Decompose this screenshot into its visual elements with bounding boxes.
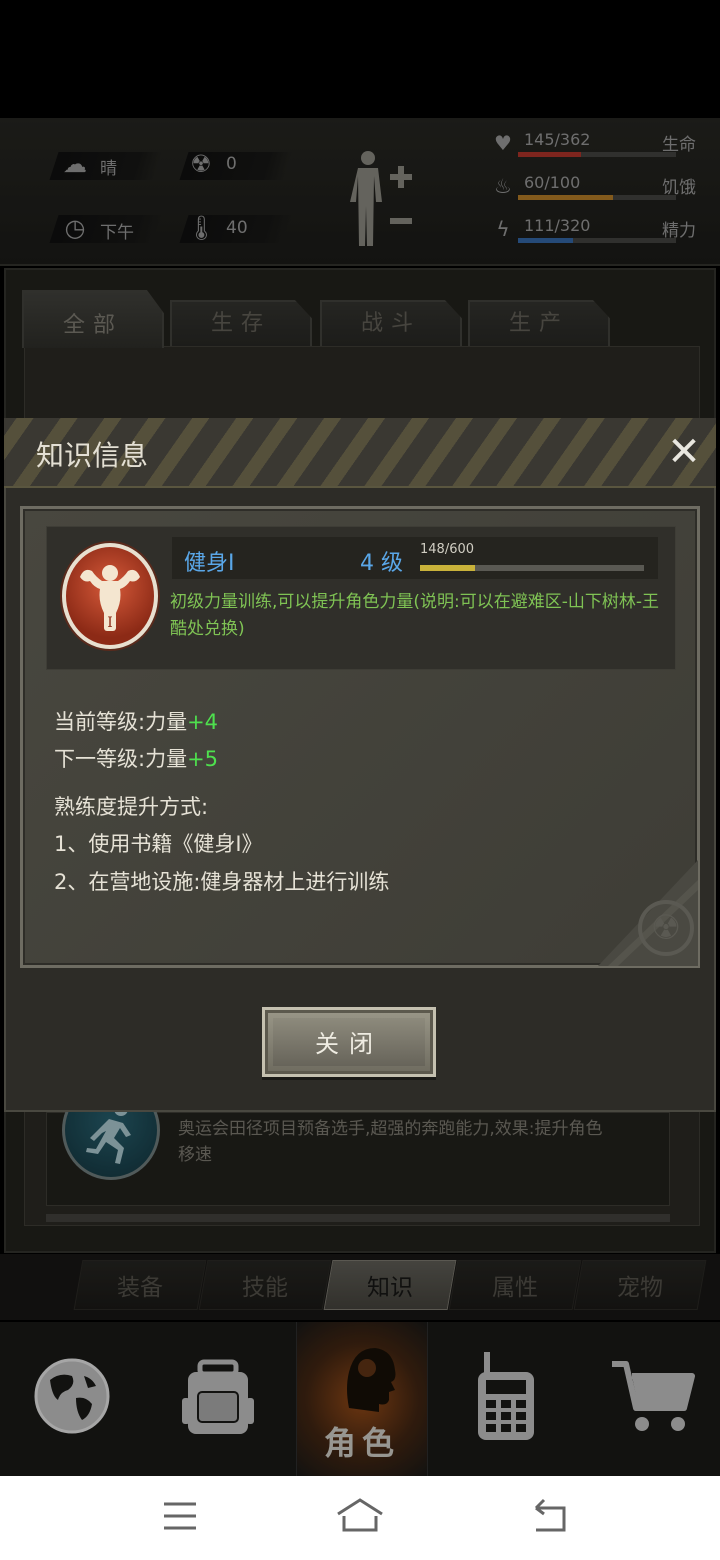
skill-xp-text: 148/600 [420, 542, 475, 557]
close-button-label: 关闭 [315, 1030, 383, 1058]
radiation-watermark-icon: ☢ [638, 900, 694, 956]
home-icon[interactable] [336, 1496, 384, 1536]
method-title: 熟练度提升方式: [54, 795, 209, 819]
current-level-line: 当前等级:力量+4 [54, 706, 218, 736]
current-level-bonus: +4 [187, 710, 219, 734]
next-level-line: 下一等级:力量+5 [54, 743, 218, 773]
skill-description: 初级力量训练,可以提升角色力量(说明:可以在避难区-山下树林-王酷处兑换) [170, 592, 660, 639]
back-icon[interactable] [530, 1496, 570, 1536]
close-button[interactable]: 关闭 [262, 1007, 436, 1077]
svg-text:I: I [107, 615, 113, 631]
fitness-skill-emblem: I [62, 543, 158, 649]
skill-name: 健身Ⅰ [184, 551, 235, 576]
skill-xp-fill [420, 565, 476, 571]
method-item-2: 2、在营地设施:健身器材上进行训练 [54, 870, 390, 894]
skill-xp-bar [420, 565, 644, 571]
skill-level: 4 级 [360, 551, 403, 576]
next-level-bonus: +5 [187, 747, 219, 771]
close-x-icon[interactable]: ✕ [662, 430, 706, 474]
menu-icon[interactable] [160, 1496, 200, 1536]
current-level-label: 当前等级:力量 [54, 710, 188, 734]
dialog-title: 知识信息 [36, 439, 149, 472]
next-level-label: 下一等级:力量 [54, 747, 188, 771]
method-item-1: 1、使用书籍《健身Ⅰ》 [54, 832, 263, 856]
skill-name-bar [172, 537, 658, 579]
muscle-man-icon: I [80, 565, 140, 631]
